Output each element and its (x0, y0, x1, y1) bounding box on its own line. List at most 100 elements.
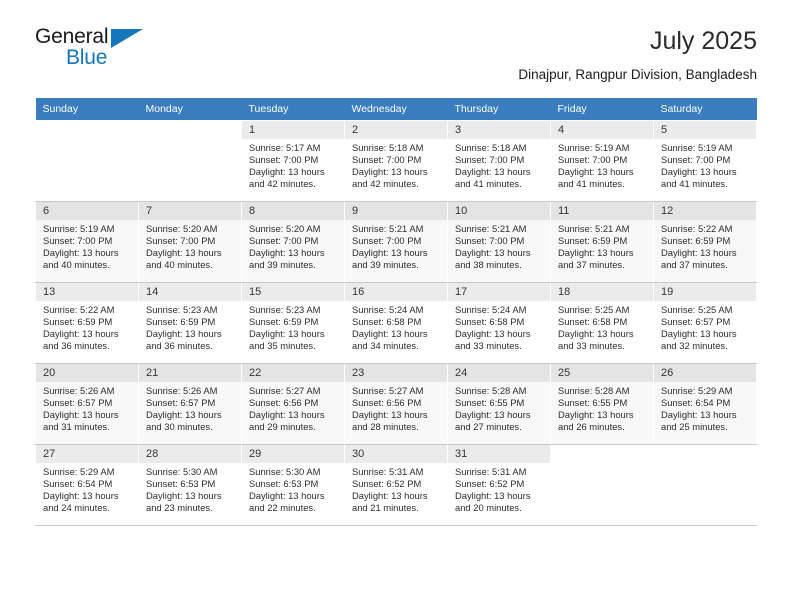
sunset-text: Sunset: 6:58 PM (352, 316, 422, 328)
calendar-day-cell[interactable]: 4 Sunrise: 5:19 AM Sunset: 7:00 PM Daylight… (550, 120, 654, 202)
sun-info: Sunrise: 5:19 AM Sunset: 7:00 PM Daylight:… (551, 139, 653, 190)
sunset-text: Sunset: 6:57 PM (43, 397, 113, 409)
calendar-day-cell[interactable]: 10 Sunrise: 5:21 AM Sunset: 7:00 PM Dayligh… (447, 201, 551, 283)
calendar-day-cell[interactable]: 3 Sunrise: 5:18 AM Sunset: 7:00 PM Daylight… (447, 120, 551, 202)
daylight-text-line2: and 33 minutes. (558, 340, 625, 352)
sunrise-text: Sunrise: 5:23 AM (146, 304, 218, 316)
calendar-day-cell[interactable]: 20 Sunrise: 5:26 AM Sunset: 6:57 PM Dayligh… (35, 363, 139, 445)
sunset-text: Sunset: 6:59 PM (661, 235, 731, 247)
calendar-day-cell[interactable]: 27 Sunrise: 5:29 AM Sunset: 6:54 PM Dayligh… (35, 444, 139, 526)
sunset-text: Sunset: 6:58 PM (455, 316, 525, 328)
sunset-text: Sunset: 6:52 PM (352, 478, 422, 490)
sunrise-text: Sunrise: 5:24 AM (455, 304, 527, 316)
sunrise-text: Sunrise: 5:22 AM (661, 223, 733, 235)
calendar-day-cell[interactable]: 15 Sunrise: 5:23 AM Sunset: 6:59 PM Dayligh… (241, 282, 345, 364)
day-number: 12 (654, 202, 756, 221)
calendar-day-cell[interactable]: 5 Sunrise: 5:19 AM Sunset: 7:00 PM Daylight… (653, 120, 757, 202)
calendar-day-cell[interactable]: 12 Sunrise: 5:22 AM Sunset: 6:59 PM Dayligh… (653, 201, 757, 283)
sunrise-text: Sunrise: 5:22 AM (43, 304, 115, 316)
sunrise-text: Sunrise: 5:27 AM (352, 385, 424, 397)
day-number: 10 (448, 202, 550, 221)
calendar-day-cell[interactable]: 19 Sunrise: 5:25 AM Sunset: 6:57 PM Dayligh… (653, 282, 757, 364)
calendar-day-cell[interactable]: 29 Sunrise: 5:30 AM Sunset: 6:53 PM Dayligh… (241, 444, 345, 526)
page-title: July 2025 (649, 27, 757, 55)
daylight-text-line1: Daylight: 13 hours (455, 247, 531, 259)
sun-info: Sunrise: 5:31 AM Sunset: 6:52 PM Daylight:… (448, 463, 550, 514)
daylight-text-line2: and 42 minutes. (249, 178, 316, 190)
sunset-text: Sunset: 6:55 PM (558, 397, 628, 409)
calendar-day-cell[interactable]: 8 Sunrise: 5:20 AM Sunset: 7:00 PM Daylight… (241, 201, 345, 283)
day-number: 23 (345, 364, 447, 383)
calendar-day-cell[interactable]: 13 Sunrise: 5:22 AM Sunset: 6:59 PM Dayligh… (35, 282, 139, 364)
day-number: 18 (551, 283, 653, 302)
daylight-text-line2: and 42 minutes. (352, 178, 419, 190)
calendar-day-cell[interactable]: 28 Sunrise: 5:30 AM Sunset: 6:53 PM Dayligh… (138, 444, 242, 526)
daylight-text-line1: Daylight: 13 hours (352, 247, 428, 259)
sunset-text: Sunset: 6:57 PM (661, 316, 731, 328)
day-cell-content: 24 Sunrise: 5:28 AM Sunset: 6:55 PM Dayligh… (448, 364, 550, 444)
brand-logo[interactable]: General Blue (35, 26, 147, 70)
sun-info: Sunrise: 5:24 AM Sunset: 6:58 PM Daylight:… (345, 301, 447, 352)
sun-info: Sunrise: 5:17 AM Sunset: 7:00 PM Daylight:… (242, 139, 344, 190)
calendar-day-cell[interactable]: 7 Sunrise: 5:20 AM Sunset: 7:00 PM Daylight… (138, 201, 242, 283)
sunrise-text: Sunrise: 5:21 AM (455, 223, 527, 235)
calendar-day-cell[interactable]: 2 Sunrise: 5:18 AM Sunset: 7:00 PM Daylight… (344, 120, 448, 202)
calendar-day-cell[interactable]: 22 Sunrise: 5:27 AM Sunset: 6:56 PM Dayligh… (241, 363, 345, 445)
sun-info: Sunrise: 5:25 AM Sunset: 6:57 PM Daylight:… (654, 301, 756, 352)
calendar-day-cell[interactable]: 21 Sunrise: 5:26 AM Sunset: 6:57 PM Dayligh… (138, 363, 242, 445)
calendar-cell-empty (138, 120, 242, 202)
daylight-text-line2: and 31 minutes. (43, 421, 110, 433)
calendar-day-cell[interactable]: 18 Sunrise: 5:25 AM Sunset: 6:58 PM Dayligh… (550, 282, 654, 364)
page-subtitle: Dinajpur, Rangpur Division, Bangladesh (518, 67, 757, 83)
day-cell-content: 11 Sunrise: 5:21 AM Sunset: 6:59 PM Dayligh… (551, 202, 653, 282)
calendar-day-cell[interactable]: 16 Sunrise: 5:24 AM Sunset: 6:58 PM Dayligh… (344, 282, 448, 364)
daylight-text-line2: and 33 minutes. (455, 340, 522, 352)
daylight-text-line2: and 25 minutes. (661, 421, 728, 433)
sunrise-text: Sunrise: 5:30 AM (249, 466, 321, 478)
calendar-day-cell[interactable]: 11 Sunrise: 5:21 AM Sunset: 6:59 PM Dayligh… (550, 201, 654, 283)
day-number: 13 (36, 283, 138, 302)
calendar-day-cell[interactable]: 6 Sunrise: 5:19 AM Sunset: 7:00 PM Daylight… (35, 201, 139, 283)
day-cell-content: 2 Sunrise: 5:18 AM Sunset: 7:00 PM Daylight… (345, 121, 447, 201)
calendar-day-cell[interactable]: 31 Sunrise: 5:31 AM Sunset: 6:52 PM Dayligh… (447, 444, 551, 526)
daylight-text-line2: and 32 minutes. (661, 340, 728, 352)
day-number: 9 (345, 202, 447, 221)
weekday-header-row: Sunday Monday Tuesday Wednesday Thursday… (35, 98, 757, 121)
sunrise-text: Sunrise: 5:18 AM (455, 142, 527, 154)
sun-info: Sunrise: 5:23 AM Sunset: 6:59 PM Daylight:… (242, 301, 344, 352)
sun-info: Sunrise: 5:21 AM Sunset: 6:59 PM Daylight:… (551, 220, 653, 271)
daylight-text-line1: Daylight: 13 hours (249, 166, 325, 178)
daylight-text-line1: Daylight: 13 hours (249, 409, 325, 421)
calendar-day-cell[interactable]: 23 Sunrise: 5:27 AM Sunset: 6:56 PM Dayligh… (344, 363, 448, 445)
day-number (36, 121, 138, 127)
day-number (551, 445, 653, 451)
day-cell-content: 26 Sunrise: 5:29 AM Sunset: 6:54 PM Dayligh… (654, 364, 756, 444)
daylight-text-line2: and 29 minutes. (249, 421, 316, 433)
sunrise-text: Sunrise: 5:28 AM (455, 385, 527, 397)
sunset-text: Sunset: 7:00 PM (558, 154, 628, 166)
sunset-text: Sunset: 7:00 PM (661, 154, 731, 166)
sunset-text: Sunset: 7:00 PM (249, 154, 319, 166)
calendar-week-row: 1 Sunrise: 5:17 AM Sunset: 7:00 PM Daylight… (35, 120, 757, 202)
sun-info: Sunrise: 5:26 AM Sunset: 6:57 PM Daylight:… (139, 382, 241, 433)
calendar-day-cell[interactable]: 9 Sunrise: 5:21 AM Sunset: 7:00 PM Daylight… (344, 201, 448, 283)
sunset-text: Sunset: 6:57 PM (146, 397, 216, 409)
day-cell-content: 27 Sunrise: 5:29 AM Sunset: 6:54 PM Dayligh… (36, 445, 138, 525)
weekday-header-friday: Friday (550, 98, 654, 121)
calendar-day-cell[interactable]: 25 Sunrise: 5:28 AM Sunset: 6:55 PM Dayligh… (550, 363, 654, 445)
weekday-header-monday: Monday (138, 98, 242, 121)
calendar-day-cell[interactable]: 17 Sunrise: 5:24 AM Sunset: 6:58 PM Dayligh… (447, 282, 551, 364)
sun-info: Sunrise: 5:19 AM Sunset: 7:00 PM Daylight:… (36, 220, 138, 271)
sun-info: Sunrise: 5:18 AM Sunset: 7:00 PM Daylight:… (345, 139, 447, 190)
day-number: 26 (654, 364, 756, 383)
sunset-text: Sunset: 7:00 PM (455, 235, 525, 247)
sunset-text: Sunset: 7:00 PM (146, 235, 216, 247)
calendar-day-cell[interactable]: 1 Sunrise: 5:17 AM Sunset: 7:00 PM Daylight… (241, 120, 345, 202)
calendar-day-cell[interactable]: 30 Sunrise: 5:31 AM Sunset: 6:52 PM Dayligh… (344, 444, 448, 526)
day-number: 27 (36, 445, 138, 464)
day-cell-content: 4 Sunrise: 5:19 AM Sunset: 7:00 PM Daylight… (551, 121, 653, 201)
calendar-day-cell[interactable]: 26 Sunrise: 5:29 AM Sunset: 6:54 PM Dayligh… (653, 363, 757, 445)
day-cell-content: 31 Sunrise: 5:31 AM Sunset: 6:52 PM Dayligh… (448, 445, 550, 525)
calendar-day-cell[interactable]: 14 Sunrise: 5:23 AM Sunset: 6:59 PM Dayligh… (138, 282, 242, 364)
calendar-day-cell[interactable]: 24 Sunrise: 5:28 AM Sunset: 6:55 PM Dayligh… (447, 363, 551, 445)
